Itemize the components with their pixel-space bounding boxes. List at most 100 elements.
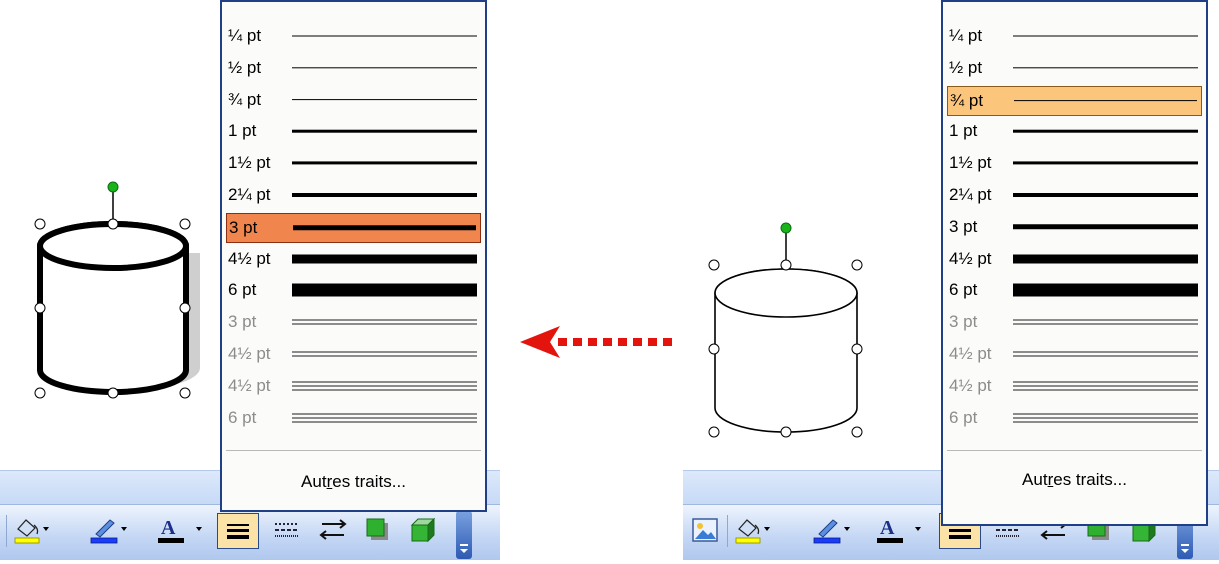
menu-divider — [947, 450, 1202, 451]
line-weight-option[interactable]: 4½ pt — [226, 340, 481, 368]
menu-divider — [226, 450, 481, 451]
line-weight-label: 4½ pt — [949, 344, 992, 363]
dash-style-icon[interactable] — [268, 513, 306, 547]
line-weight-option[interactable]: 4½ pt — [226, 245, 481, 273]
line-weight-label: ¾ pt — [228, 89, 262, 109]
line-weight-label: 4½ pt — [228, 248, 271, 268]
line-weight-label: 4½ pt — [949, 248, 992, 268]
line-weight-label: 3 pt — [949, 216, 978, 236]
line-weight-option[interactable]: ½ pt — [226, 54, 481, 82]
line-weight-label: ½ pt — [228, 57, 262, 77]
cylinder-shape-thick[interactable] — [25, 178, 205, 418]
line-weight-option[interactable]: 4½ pt — [947, 340, 1202, 368]
line-weight-sample — [1013, 67, 1198, 69]
line-weight-option[interactable]: 4½ pt — [947, 372, 1202, 400]
line-weight-sample — [1013, 161, 1198, 165]
font-color-icon[interactable]: A — [156, 513, 208, 547]
line-weight-sample — [292, 161, 477, 165]
line-weight-label: ¾ pt — [950, 90, 984, 110]
line-weight-label: 2¼ pt — [949, 185, 992, 204]
line-weight-sample — [1013, 193, 1198, 197]
line-weight-label: 6 pt — [228, 407, 257, 427]
right-panel: A ¼ pt ½ pt ¾ pt 1 pt 1½ pt 2¼ pt 3 pt 4… — [683, 0, 1219, 560]
insert-picture-icon[interactable] — [687, 513, 723, 547]
line-weight-option[interactable]: 4½ pt — [947, 245, 1202, 273]
line-weight-sample — [292, 254, 477, 264]
line-weight-option[interactable]: 2¼ pt — [226, 181, 481, 209]
line-weight-option[interactable]: 6 pt — [947, 276, 1202, 304]
line-weight-label: 6 pt — [949, 407, 978, 427]
line-weight-label: 6 pt — [949, 280, 978, 300]
line-weight-option[interactable]: ¼ pt — [947, 22, 1202, 50]
line-weight-option[interactable]: 6 pt — [947, 404, 1202, 432]
rotation-handle — [107, 181, 119, 193]
line-weight-label: ¼ pt — [228, 26, 262, 45]
line-weight-label: 6 pt — [228, 280, 257, 300]
line-weight-option[interactable]: 1 pt — [226, 117, 481, 145]
cylinder-shape-thin[interactable] — [698, 215, 888, 445]
line-weight-sample — [1013, 319, 1198, 326]
line-weight-option[interactable]: 3 pt — [226, 212, 481, 243]
line-weight-option[interactable]: 3 pt — [947, 308, 1202, 336]
svg-text:A: A — [161, 517, 176, 539]
line-weight-sample — [293, 225, 476, 231]
drawing-toolbar: A — [0, 504, 500, 560]
line-weight-option[interactable]: ¾ pt — [947, 85, 1202, 116]
line-weight-sample — [292, 283, 477, 297]
line-weight-sample — [1013, 130, 1198, 133]
line-weight-option[interactable]: 3 pt — [947, 213, 1202, 241]
line-weight-option[interactable]: 1 pt — [947, 117, 1202, 145]
line-weight-option[interactable]: 6 pt — [226, 276, 481, 304]
line-weight-menu: ¼ pt ½ pt ¾ pt 1 pt 1½ pt 2¼ pt 3 pt 4½ pt 6 pt 3… — [220, 0, 487, 512]
3d-style-icon[interactable] — [404, 513, 442, 547]
line-weight-label: 1½ pt — [228, 153, 271, 173]
more-lines-item[interactable]: Autres traits... — [943, 470, 1206, 490]
line-weight-option[interactable]: 1½ pt — [947, 149, 1202, 177]
rotation-handle — [780, 222, 792, 234]
line-weight-sample — [292, 351, 477, 357]
toolbar-options-icon[interactable] — [456, 511, 472, 559]
line-weight-sample — [292, 380, 477, 391]
line-weight-sample — [1013, 412, 1198, 423]
line-style-icon[interactable] — [217, 513, 259, 549]
line-weight-sample — [292, 130, 477, 133]
line-weight-sample — [292, 67, 477, 69]
line-weight-sample — [1013, 254, 1198, 264]
line-weight-option[interactable]: ½ pt — [947, 54, 1202, 82]
red-dotted-arrow — [520, 326, 676, 358]
line-weight-option[interactable]: 1½ pt — [226, 149, 481, 177]
line-weight-option[interactable]: 4½ pt — [226, 372, 481, 400]
line-weight-sample — [1014, 99, 1197, 102]
font-color-icon[interactable]: A — [875, 513, 927, 547]
line-weight-sample — [1013, 224, 1198, 230]
more-lines-item[interactable]: Autres traits... — [222, 472, 485, 492]
left-panel: A ¼ pt ½ pt ¾ pt 1 pt 1½ pt 2¼ pt 3 pt 4… — [0, 0, 500, 560]
line-weight-label: ¼ pt — [949, 26, 983, 45]
line-weight-label: 1 pt — [949, 121, 978, 141]
line-weight-label: 4½ pt — [228, 375, 271, 395]
line-weight-label: 4½ pt — [228, 344, 271, 363]
line-weight-option[interactable]: ¾ pt — [226, 86, 481, 114]
line-weight-label: 2¼ pt — [228, 185, 271, 204]
fill-color-icon[interactable] — [12, 513, 52, 547]
fill-color-icon[interactable] — [733, 513, 773, 547]
shadow-style-icon[interactable] — [360, 513, 396, 547]
line-weight-menu: ¼ pt ½ pt ¾ pt 1 pt 1½ pt 2¼ pt 3 pt 4½ pt 6 pt 3… — [941, 0, 1208, 526]
line-weight-sample — [292, 319, 477, 326]
line-weight-sample — [292, 98, 477, 101]
line-weight-label: 1 pt — [228, 121, 257, 141]
line-weight-option[interactable]: ¼ pt — [226, 22, 481, 50]
line-weight-option[interactable]: 3 pt — [226, 308, 481, 336]
line-color-icon[interactable] — [811, 513, 853, 547]
line-weight-sample — [292, 35, 477, 37]
svg-text:A: A — [880, 517, 895, 539]
line-color-icon[interactable] — [88, 513, 130, 547]
line-weight-label: 4½ pt — [949, 375, 992, 395]
line-weight-label: 3 pt — [949, 312, 978, 332]
line-weight-sample — [292, 193, 477, 197]
arrow-style-icon[interactable] — [314, 513, 352, 547]
line-weight-sample — [292, 412, 477, 423]
line-weight-option[interactable]: 6 pt — [226, 404, 481, 432]
line-weight-label: 3 pt — [229, 217, 258, 237]
line-weight-option[interactable]: 2¼ pt — [947, 181, 1202, 209]
